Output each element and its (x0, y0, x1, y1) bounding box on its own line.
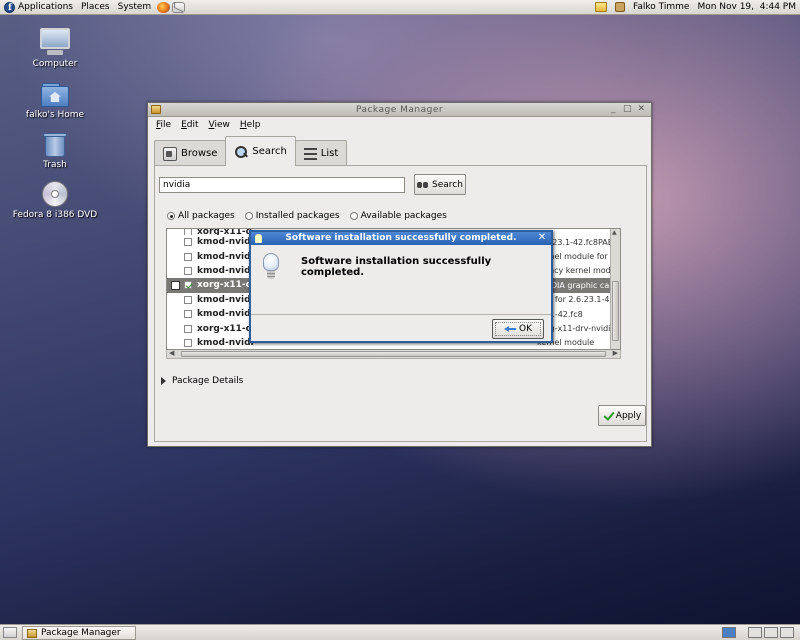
mail-launcher-icon[interactable] (172, 1, 186, 13)
home-folder-icon (41, 81, 69, 107)
desktop-icon-label: Fedora 8 i386 DVD (12, 210, 98, 220)
clock[interactable]: Mon Nov 19, 4:44 PM (697, 2, 796, 12)
tab-search[interactable]: Search (225, 136, 296, 166)
firefox-launcher-icon[interactable] (157, 1, 171, 13)
user-icon (615, 2, 626, 12)
workspace-switcher (722, 627, 794, 638)
workspace-2[interactable] (748, 627, 762, 638)
search-icon (234, 145, 248, 159)
menu-help[interactable]: Help (236, 118, 265, 132)
places-menu-label: Places (80, 2, 110, 12)
desktop-icon-dvd[interactable]: Fedora 8 i386 DVD (10, 181, 100, 220)
desktop-icon-trash[interactable]: Trash (10, 131, 100, 170)
panel-tray: Falko Timme Mon Nov 19, 4:44 PM (595, 0, 796, 14)
taskbar-item-label: Package Manager (41, 628, 121, 638)
fedora-logo-icon (4, 1, 15, 15)
system-menu-label: System (117, 2, 152, 12)
system-menu[interactable]: System (114, 0, 156, 14)
workspace-3[interactable] (764, 627, 778, 638)
workspace-1[interactable] (722, 627, 736, 638)
window-title: Package Manager (355, 105, 444, 115)
taskbar-item-package-manager[interactable]: Package Manager (22, 626, 136, 640)
trash-icon (43, 131, 67, 157)
tab-label: Search (252, 146, 287, 157)
places-menu[interactable]: Places (77, 0, 114, 14)
tab-label: Browse (181, 148, 218, 159)
browse-icon (163, 146, 177, 161)
list-icon (303, 147, 317, 160)
tab-browse[interactable]: Browse (154, 140, 227, 166)
applications-menu[interactable]: Applications (0, 0, 77, 15)
notification-icon[interactable] (595, 2, 608, 12)
close-icon[interactable]: ✕ (636, 104, 647, 115)
user-name[interactable]: Falko Timme (633, 2, 689, 12)
workspace-4[interactable] (780, 627, 794, 638)
menu-view[interactable]: View (205, 118, 234, 132)
computer-icon (40, 28, 70, 56)
package-icon (151, 105, 161, 114)
tab-panel (154, 165, 647, 442)
package-icon (27, 628, 37, 638)
desktop-icon-label: falko's Home (25, 110, 85, 120)
package-manager-window: Package Manager _ □ ✕ File Edit View Hel… (147, 102, 652, 447)
tab-label: List (320, 148, 339, 159)
menubar: File Edit View Help (148, 117, 651, 132)
menu-file[interactable]: File (152, 118, 175, 132)
menu-edit[interactable]: Edit (177, 118, 202, 132)
tab-bar: Browse Search List (154, 136, 348, 166)
dvd-icon (42, 181, 68, 207)
applications-menu-label: Applications (18, 2, 73, 12)
tab-list[interactable]: List (294, 140, 348, 166)
bottom-panel: Package Manager (0, 624, 800, 640)
desktop-icon-label: Trash (43, 160, 67, 170)
desktop-icon-home[interactable]: falko's Home (10, 81, 100, 120)
desktop-icon-computer[interactable]: Computer (10, 28, 100, 69)
minimize-icon[interactable]: _ (608, 104, 619, 115)
maximize-icon[interactable]: □ (622, 104, 633, 115)
show-desktop-icon[interactable] (3, 627, 17, 638)
top-panel: Applications Places System Falko Timme M… (0, 0, 800, 15)
desktop-icon-label: Computer (32, 59, 78, 69)
window-titlebar[interactable]: Package Manager _ □ ✕ (148, 103, 651, 117)
